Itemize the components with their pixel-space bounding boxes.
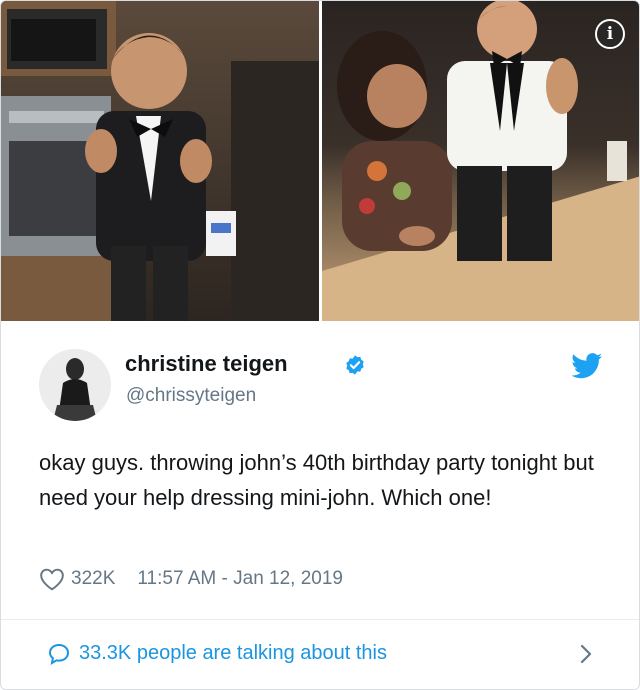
- verified-badge-icon: [346, 355, 364, 375]
- reply-bubble-icon: [48, 643, 70, 665]
- embedded-tweet-card: i christine teigen @chrissyteigen okay g…: [0, 0, 640, 690]
- talking-about-link[interactable]: 33.3K people are talking about this: [79, 642, 387, 665]
- like-count[interactable]: 322K: [71, 568, 115, 590]
- tweet-footer[interactable]: 33.3K people are talking about this: [1, 619, 639, 689]
- twitter-bird-icon[interactable]: [571, 353, 603, 379]
- heart-icon[interactable]: [39, 567, 65, 591]
- tweet-timestamp[interactable]: 11:57 AM - Jan 12, 2019: [137, 568, 343, 590]
- tweet-body: christine teigen @chrissyteigen okay guy…: [1, 321, 639, 619]
- photo-right[interactable]: i: [322, 1, 639, 321]
- info-icon[interactable]: i: [595, 19, 625, 49]
- chevron-right-icon[interactable]: [579, 642, 593, 666]
- photo-right-illustration: [322, 1, 639, 321]
- photo-left-illustration: [1, 1, 319, 321]
- avatar-icon: [39, 349, 111, 421]
- tweet-meta: 322K 11:57 AM - Jan 12, 2019: [39, 566, 343, 592]
- display-name[interactable]: christine teigen: [125, 351, 288, 377]
- tweet-text: okay guys. throwing john’s 40th birthday…: [39, 450, 594, 510]
- photo-left[interactable]: [1, 1, 319, 321]
- tweet-media: i: [1, 1, 639, 321]
- user-handle[interactable]: @chrissyteigen: [126, 385, 256, 407]
- avatar[interactable]: [39, 349, 111, 421]
